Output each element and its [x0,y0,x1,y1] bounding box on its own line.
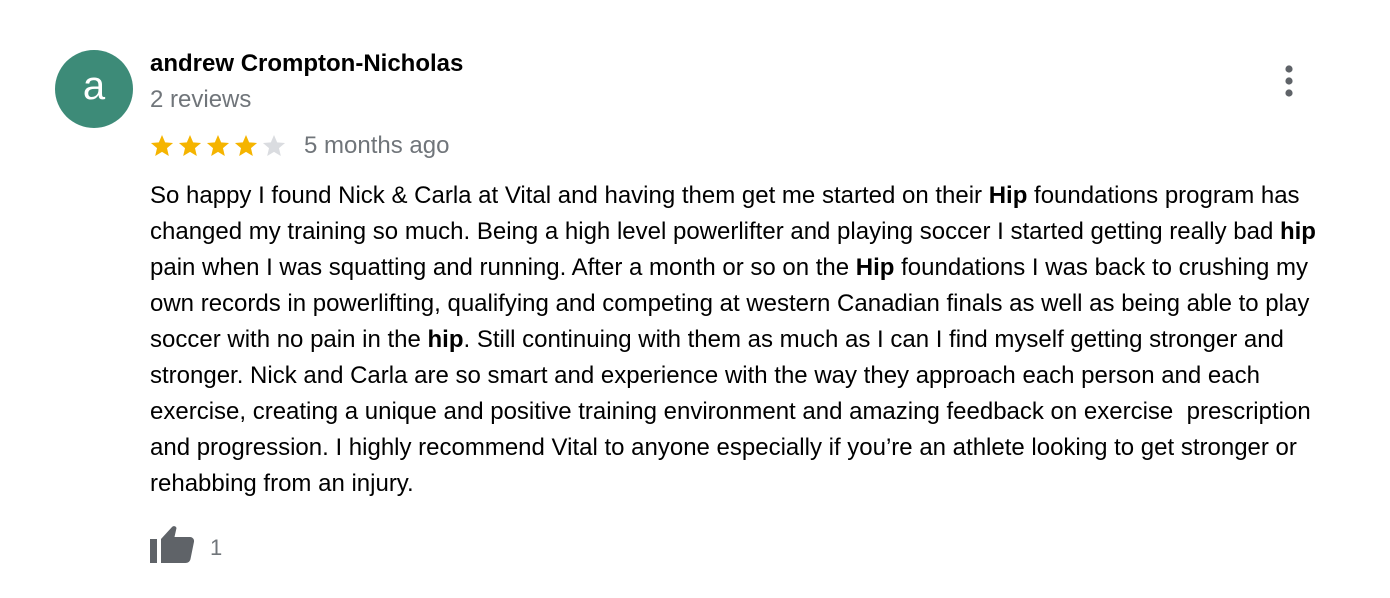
avatar[interactable]: a [55,50,133,128]
star-filled-icon [178,134,202,156]
review-text-segment: So happy I found Nick & Carla at Vital a… [150,182,989,209]
like-count: 1 [210,535,223,560]
review-text-highlight: hip [1279,218,1316,245]
more-vert-icon [1285,65,1293,97]
more-options-button[interactable] [1270,62,1308,102]
rating-row: 5 months ago [148,130,449,162]
star-filled-icon [206,134,230,156]
review-text-highlight: Hip [988,182,1028,209]
review-text-highlight: Hip [855,254,895,281]
star-filled-icon [150,134,174,156]
star-filled-icon [234,134,258,156]
review-timestamp: 5 months ago [304,132,450,159]
star-rating [148,132,288,160]
avatar-initial: a [82,64,106,108]
thumb-up-icon [150,526,195,563]
review-text: So happy I found Nick & Carla at Vital a… [150,178,1355,502]
review-text-highlight: hip [427,326,464,353]
like-button[interactable]: 1 [148,523,222,565]
reviewer-review-count[interactable]: 2 reviews [150,85,251,115]
star-empty-icon [262,134,286,156]
reviewer-name[interactable]: andrew Crompton-Nicholas [150,49,463,79]
